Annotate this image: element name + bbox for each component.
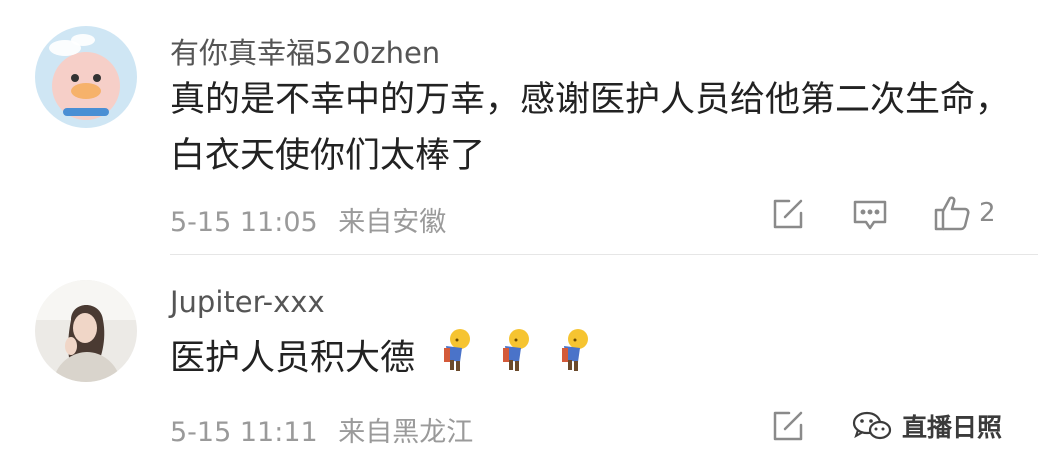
avatar[interactable]: [35, 26, 137, 128]
like-count: 2: [979, 198, 996, 228]
wechat-icon: [852, 411, 892, 440]
comment-location: 来自安徽: [338, 207, 447, 238]
thumbs-up-icon: [934, 196, 970, 231]
bowing-emoji-icon: [558, 328, 592, 389]
comment-date: 5-15 11:11: [170, 417, 318, 448]
reply-button[interactable]: [852, 197, 888, 233]
watermark: 直播日照: [852, 408, 1002, 444]
comment-meta: 5-15 11:05 来自安徽: [170, 200, 446, 239]
share-button[interactable]: [770, 408, 806, 444]
avatar[interactable]: [35, 280, 137, 382]
comment-meta: 5-15 11:11 来自黑龙江: [170, 410, 473, 449]
share-button[interactable]: [770, 196, 806, 232]
comment-bubble-icon: [853, 200, 887, 230]
bowing-emoji-icon: [440, 328, 474, 389]
bowing-emoji-icon: [499, 328, 533, 389]
woman-photo-avatar-icon: [35, 280, 137, 382]
username[interactable]: 有你真幸福520zhen: [170, 30, 440, 72]
like-button[interactable]: 2: [933, 194, 996, 232]
comment-location: 来自黑龙江: [338, 417, 474, 448]
comment-text: 医护人员积大德: [170, 338, 416, 379]
comment-1: 有你真幸福520zhen 真的是不幸中的万幸，感谢医护人员给他第二次生命，白衣天…: [0, 0, 1038, 250]
comment-text-row: 医护人员积大德: [170, 328, 1010, 389]
watermark-text: 直播日照: [902, 413, 1003, 442]
comment-date: 5-15 11:05: [170, 207, 318, 238]
comment-text: 真的是不幸中的万幸，感谢医护人员给他第二次生命，白衣天使你们太棒了: [170, 80, 1011, 176]
username[interactable]: Jupiter-xxx: [170, 285, 325, 319]
share-edit-icon: [773, 199, 803, 229]
pink-duck-avatar-icon: [35, 26, 137, 128]
share-edit-icon: [773, 411, 803, 441]
